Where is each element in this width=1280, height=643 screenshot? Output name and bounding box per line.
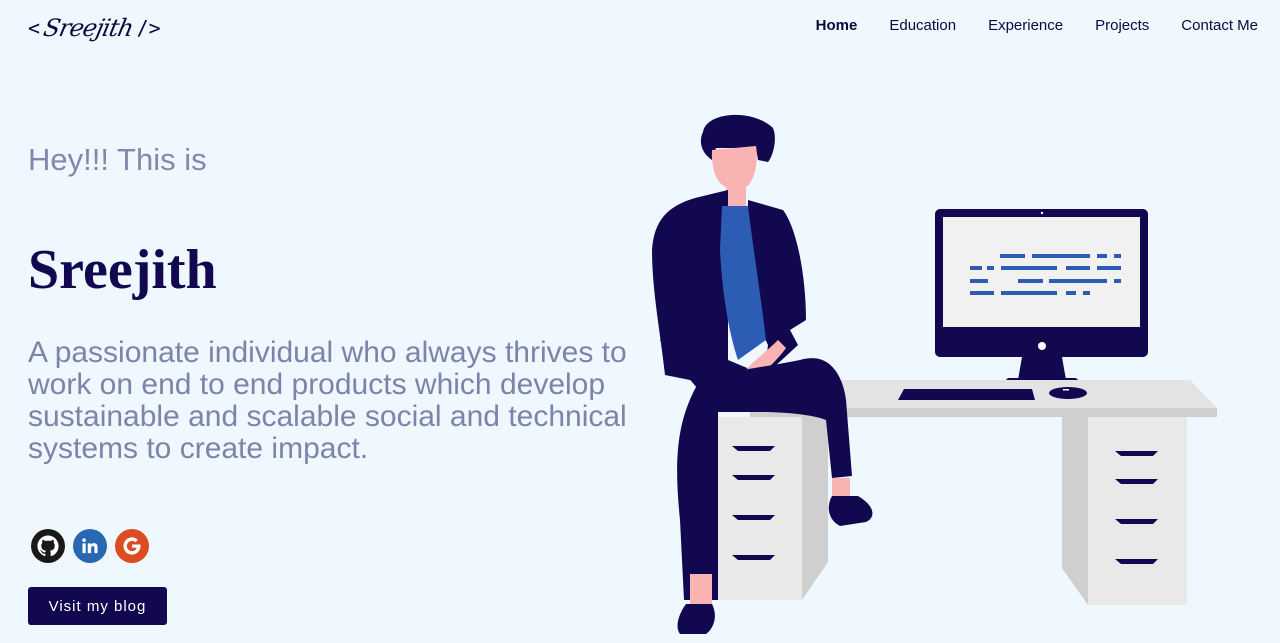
logo-open-bracket: < [28, 16, 41, 40]
github-icon [37, 535, 59, 557]
social-links [31, 529, 149, 563]
keyboard-icon [898, 389, 1035, 400]
nav-experience[interactable]: Experience [988, 17, 1063, 34]
nav-home[interactable]: Home [816, 17, 858, 34]
nav-projects[interactable]: Projects [1095, 17, 1149, 34]
page: < Sreejith /> Home Education Experience … [0, 0, 1280, 643]
logo-close-bracket: /> [136, 16, 161, 40]
nav-education[interactable]: Education [889, 17, 956, 34]
site-logo[interactable]: < Sreejith /> [28, 8, 161, 48]
github-link[interactable] [31, 529, 65, 563]
hero-name: Sreejith [28, 239, 217, 301]
linkedin-link[interactable] [73, 529, 107, 563]
google-link[interactable] [115, 529, 149, 563]
google-icon [123, 537, 141, 555]
desk [705, 380, 1217, 605]
site-header: < Sreejith /> Home Education Experience … [0, 0, 1280, 56]
linkedin-icon [82, 538, 98, 554]
monitor-icon [935, 209, 1148, 384]
developer-illustration [652, 114, 1217, 634]
hero-tagline: A passionate individual who always thriv… [28, 336, 627, 465]
hero-greeting: Hey!!! This is [28, 142, 207, 177]
mouse-icon [1049, 387, 1087, 399]
main-nav: Home Education Experience Projects Conta… [816, 17, 1258, 34]
nav-contact[interactable]: Contact Me [1181, 17, 1258, 34]
visit-blog-button[interactable]: Visit my blog [28, 587, 167, 625]
logo-signature: Sreejith [41, 14, 136, 42]
